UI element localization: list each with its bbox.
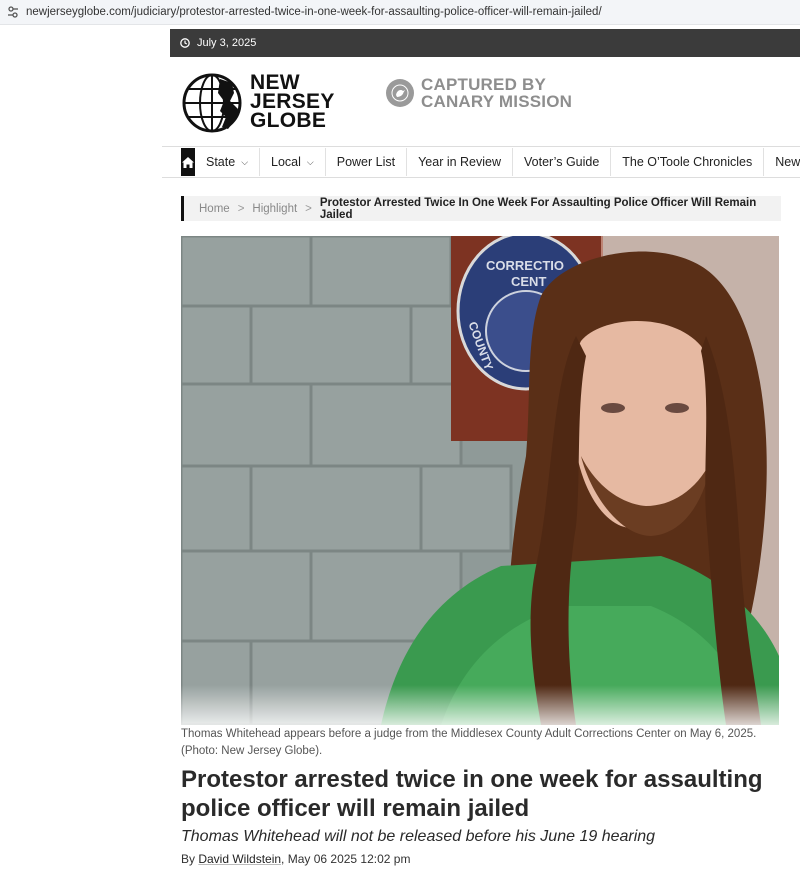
nav-label: Power List <box>336 155 396 169</box>
nav-item-year-in-review[interactable]: Year in Review <box>407 148 514 176</box>
breadcrumb: Home > Highlight > Protestor Arrested Tw… <box>181 196 781 221</box>
globe-logo-icon <box>182 73 242 133</box>
nav-label: New Jers <box>775 155 800 169</box>
byline-prefix: By <box>181 852 199 866</box>
clock-icon <box>180 38 190 48</box>
chevron-down-icon: ⌵ <box>241 156 249 167</box>
nav-label: Voter’s Guide <box>524 155 600 169</box>
article-byline: By David Wildstein, May 06 2025 12:02 pm <box>181 852 410 866</box>
nav-item-new-jersey[interactable]: New Jers <box>764 148 800 176</box>
home-button[interactable] <box>181 148 195 176</box>
sponsor-line-1: CAPTURED BY <box>421 75 546 94</box>
page-content: July 3, 2025 NEW JERSEY GLOBE CAPTURED B… <box>162 29 800 880</box>
logo-line-3: GLOBE <box>250 109 327 132</box>
byline-date: , May 06 2025 12:02 pm <box>281 852 411 866</box>
home-icon <box>182 156 194 168</box>
breadcrumb-current: Protestor Arrested Twice In One Week For… <box>319 196 757 221</box>
nav-label: State <box>206 155 236 169</box>
breadcrumb-separator: > <box>305 202 312 215</box>
canary-bird-icon <box>386 79 414 107</box>
site-settings-icon[interactable] <box>6 5 20 19</box>
plaque-text: CORRECTIO <box>486 258 564 273</box>
sponsor-line-2: CANARY MISSION <box>421 92 573 111</box>
current-date: July 3, 2025 <box>197 37 257 49</box>
address-bar[interactable]: newjerseyglobe.com/judiciary/protestor-a… <box>0 0 800 25</box>
sponsor-banner[interactable]: CAPTURED BY CANARY MISSION <box>386 73 586 113</box>
breadcrumb-home[interactable]: Home <box>199 203 230 215</box>
main-nav: State ⌵ Local ⌵ Power List Year in Revie… <box>162 146 800 178</box>
sponsor-text: CAPTURED BY CANARY MISSION <box>421 76 572 110</box>
nav-item-local[interactable]: Local ⌵ <box>260 148 326 176</box>
nav-label: Local <box>271 155 301 169</box>
article-subhead: Thomas Whitehead will not be released be… <box>181 828 656 845</box>
photo-illustration: CORRECTIO CENT COUNTY <box>181 236 779 725</box>
nav-item-otoole-chronicles[interactable]: The O’Toole Chronicles <box>611 148 765 176</box>
author-link[interactable]: David Wildstein <box>198 852 281 866</box>
featured-image[interactable]: CORRECTIO CENT COUNTY <box>181 236 779 725</box>
breadcrumb-section[interactable]: Highlight <box>252 203 297 215</box>
plaque-text: CENT <box>511 274 546 289</box>
breadcrumb-separator: > <box>237 202 245 215</box>
image-fade <box>181 685 779 725</box>
site-logo[interactable]: NEW JERSEY GLOBE <box>182 71 342 135</box>
url-text[interactable]: newjerseyglobe.com/judiciary/protestor-a… <box>26 6 602 18</box>
article-headline: Protestor arrested twice in one week for… <box>181 766 763 822</box>
image-caption: Thomas Whitehead appears before a judge … <box>181 728 757 757</box>
nav-label: The O’Toole Chronicles <box>622 155 753 169</box>
nav-label: Year in Review <box>418 155 502 169</box>
nav-item-power-list[interactable]: Power List <box>326 148 408 176</box>
chevron-down-icon: ⌵ <box>306 156 314 167</box>
top-bar: July 3, 2025 <box>170 29 800 57</box>
logo-wordmark: NEW JERSEY GLOBE <box>250 72 335 132</box>
nav-item-state[interactable]: State ⌵ <box>195 148 261 176</box>
nav-item-voters-guide[interactable]: Voter’s Guide <box>513 148 612 176</box>
